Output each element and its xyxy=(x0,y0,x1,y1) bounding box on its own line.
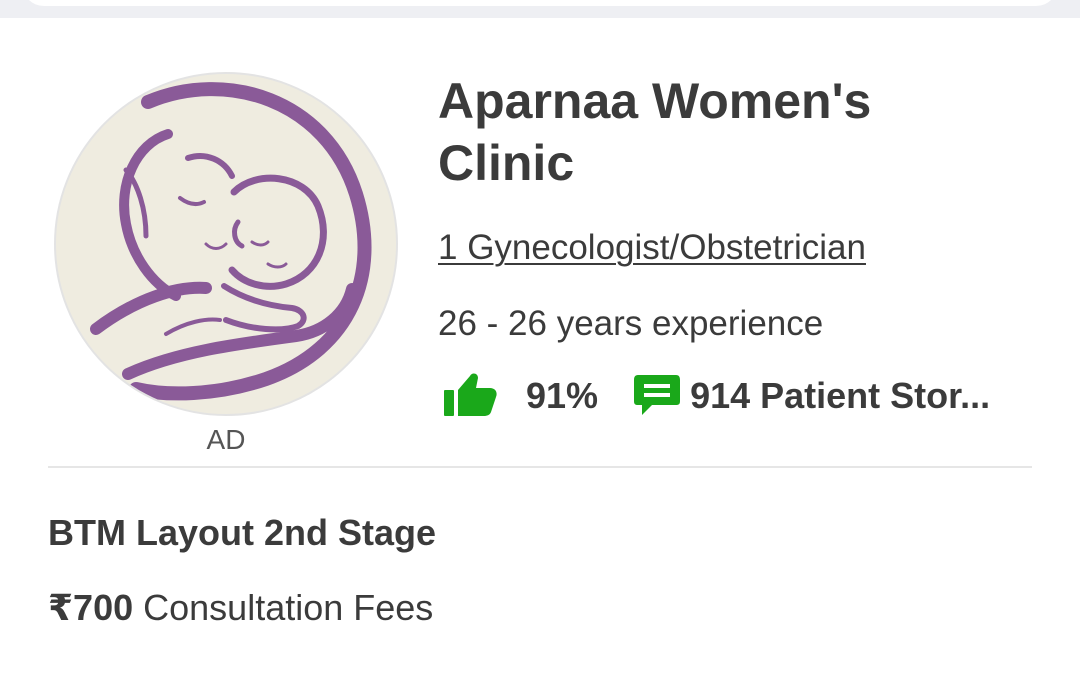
consultation-fees: ₹700 Consultation Fees xyxy=(48,585,433,631)
previous-card-edge xyxy=(22,0,1058,6)
fee-label: Consultation Fees xyxy=(143,587,434,628)
clinic-name[interactable]: Aparnaa Women's Clinic xyxy=(438,70,998,194)
ad-label: AD xyxy=(206,424,246,455)
patient-stories-link[interactable]: 914 Patient Stor... xyxy=(632,371,990,422)
fee-amount: ₹700 xyxy=(48,587,134,628)
clinic-location: BTM Layout 2nd Stage xyxy=(48,512,437,553)
chat-bubble-icon xyxy=(632,371,682,422)
specialty-link[interactable]: 1 Gynecologist/Obstetrician xyxy=(438,226,866,270)
experience-text: 26 - 26 years experience xyxy=(438,304,824,343)
clinic-logo[interactable] xyxy=(54,72,398,416)
rating-value: 91% xyxy=(526,375,599,416)
mother-baby-logo-icon xyxy=(90,82,372,401)
divider xyxy=(48,466,1032,468)
thumbs-up-icon xyxy=(442,370,498,423)
patient-stories-count: 914 Patient Stor... xyxy=(690,375,991,416)
stats-row: 91% 914 Patient Stor... xyxy=(442,368,1042,424)
